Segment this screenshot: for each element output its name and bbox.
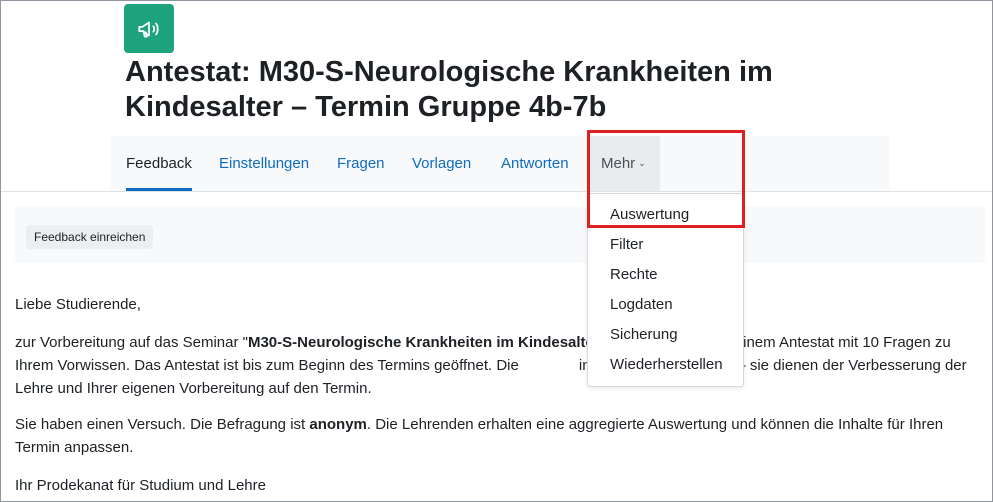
tab-fragen[interactable]: Fragen (337, 136, 385, 191)
attempt-paragraph: Sie haben einen Versuch. Die Befragung i… (15, 413, 987, 459)
activity-icon (124, 4, 174, 53)
seminar-name: M30-S-Neurologische Krankheiten im Kinde… (247, 334, 594, 351)
menu-item-rechte[interactable]: Rechte (610, 265, 658, 285)
feedback-einreichen-button[interactable]: Feedback einreichen (26, 225, 154, 249)
anonym-label: anonym (309, 416, 367, 433)
nav-divider (1, 191, 992, 192)
action-bar (15, 207, 985, 263)
secondary-navigation: Feedback Einstellungen Fragen Vorlagen A… (111, 136, 889, 191)
intro-paragraph: zur Vorbereitung auf das Seminar "M30-S-… (15, 331, 987, 400)
page-title: Antestat: M30-S-Neurologische Krankheite… (125, 56, 773, 123)
menu-item-sicherung[interactable]: Sicherung (610, 325, 678, 345)
tab-einstellungen[interactable]: Einstellungen (219, 136, 309, 191)
menu-item-wiederherstellen[interactable]: Wiederherstellen (610, 355, 723, 375)
attempt-text-start: Sie haben einen Versuch. Die Befragung i… (15, 416, 310, 433)
tab-mehr[interactable]: Mehr ⌄ (587, 136, 660, 191)
greeting-text: Liebe Studierende, (15, 296, 141, 313)
tab-mehr-label: Mehr (601, 155, 636, 172)
menu-item-auswertung[interactable]: Auswertung (610, 205, 689, 225)
tab-vorlagen[interactable]: Vorlagen (412, 136, 471, 191)
tab-antworten[interactable]: Antworten (501, 136, 569, 191)
menu-item-filter[interactable]: Filter (610, 235, 643, 255)
menu-item-logdaten[interactable]: Logdaten (610, 295, 673, 315)
mehr-dropdown-menu: Auswertung Filter Rechte Logdaten Sicher… (587, 193, 744, 387)
chevron-down-icon: ⌄ (638, 158, 646, 168)
signature-text: Ihr Prodekanat für Studium und Lehre (15, 477, 266, 494)
megaphone-icon (138, 21, 159, 37)
intro-text-start: zur Vorbereitung auf das Seminar " (15, 334, 248, 351)
tab-feedback[interactable]: Feedback (126, 136, 192, 191)
